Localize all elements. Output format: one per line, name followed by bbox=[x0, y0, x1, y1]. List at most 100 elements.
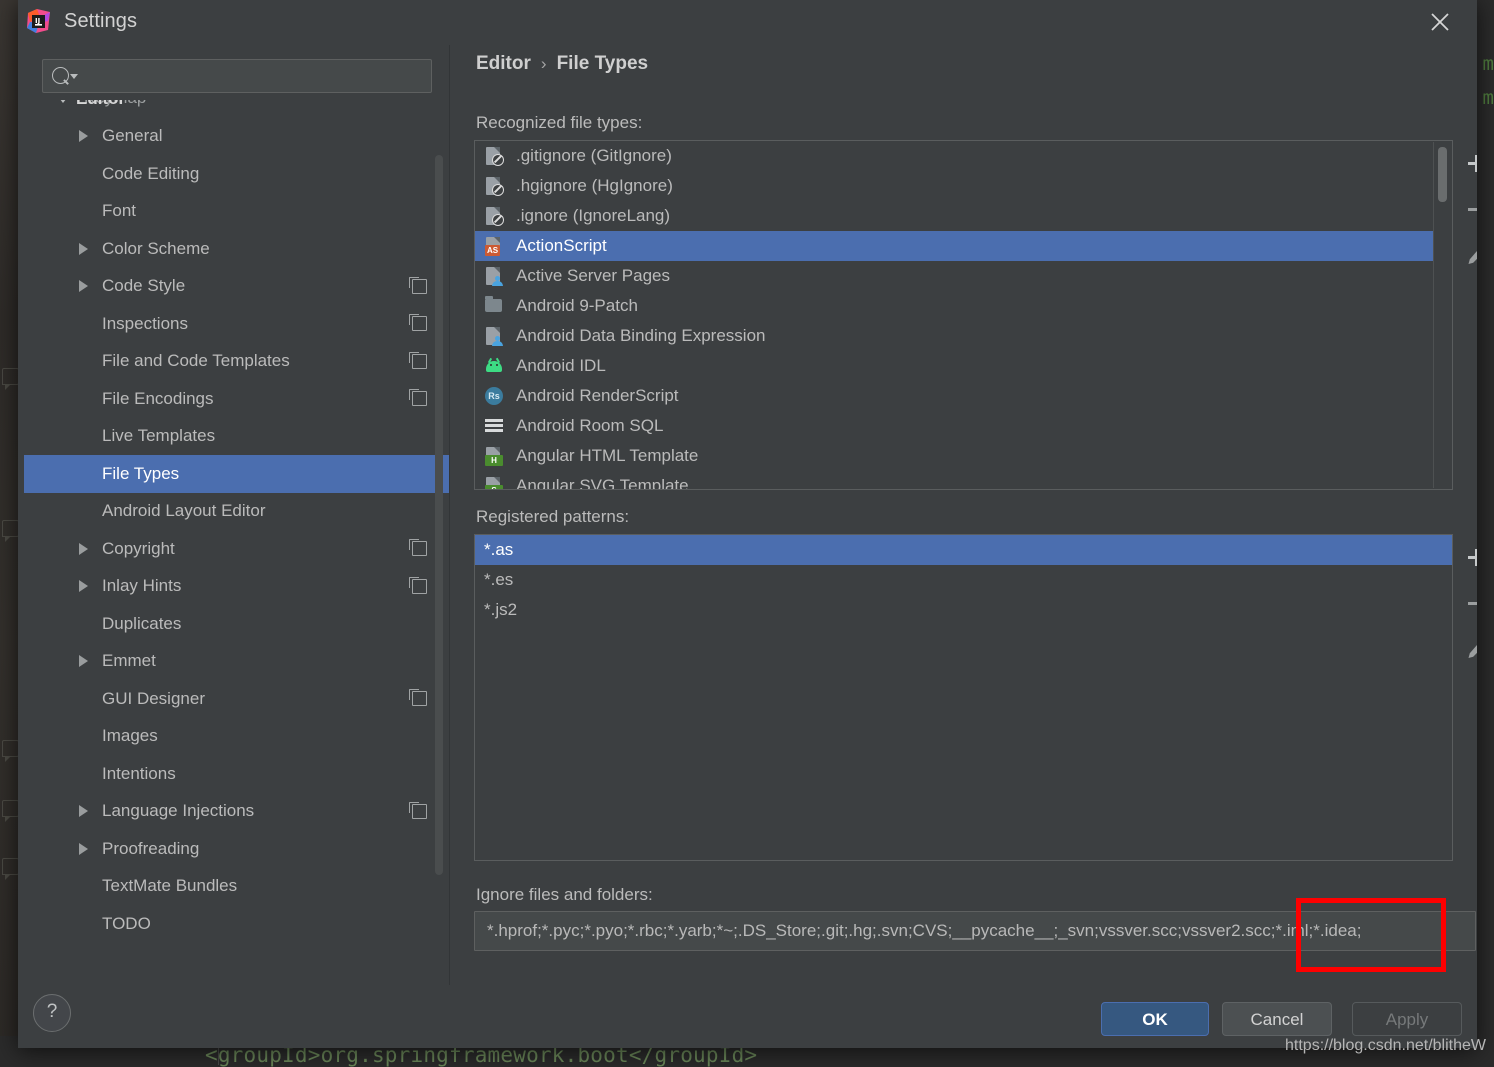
sidebar-item-file-encodings[interactable]: File Encodings bbox=[24, 380, 449, 418]
file-type-row[interactable]: Android Room SQL bbox=[475, 411, 1433, 441]
dialog-title-bar: IJ Settings bbox=[18, 0, 1477, 45]
sidebar-item-color-scheme[interactable]: Color Scheme bbox=[24, 230, 449, 268]
file-type-row[interactable]: Active Server Pages bbox=[475, 261, 1433, 291]
sidebar-item-label: Images bbox=[102, 726, 158, 746]
sidebar-item-label: General bbox=[102, 126, 163, 146]
ignore-files-field-wrapper[interactable] bbox=[474, 911, 1476, 951]
chevron-right-icon[interactable] bbox=[79, 580, 88, 593]
copy-settings-icon[interactable] bbox=[409, 576, 427, 594]
breadcrumb-current: File Types bbox=[556, 53, 649, 74]
registered-patterns-list[interactable]: *.as *.es *.js2 bbox=[474, 534, 1453, 861]
sidebar-item-code-editing[interactable]: Code Editing bbox=[24, 155, 449, 193]
file-type-row[interactable]: Android IDL bbox=[475, 351, 1433, 381]
ignore-file-icon bbox=[484, 206, 504, 226]
sidebar-item-live-templates[interactable]: Live Templates bbox=[24, 418, 449, 456]
search-dropdown-icon[interactable] bbox=[70, 74, 78, 79]
sidebar-scrollbar[interactable] bbox=[435, 155, 443, 875]
copy-settings-icon[interactable] bbox=[409, 689, 427, 707]
chevron-right-icon[interactable] bbox=[79, 655, 88, 668]
copy-settings-icon[interactable] bbox=[409, 276, 427, 294]
breadcrumb-parent[interactable]: Editor bbox=[476, 53, 531, 75]
html-file-icon: H bbox=[484, 446, 504, 466]
file-types-scrollbar-thumb[interactable] bbox=[1438, 147, 1447, 202]
sidebar-item-font[interactable]: Font bbox=[24, 193, 449, 231]
file-type-row[interactable]: .ignore (IgnoreLang) bbox=[475, 201, 1433, 231]
sidebar-item-gui-designer[interactable]: GUI Designer bbox=[24, 680, 449, 718]
pattern-row[interactable]: *.es bbox=[475, 565, 1452, 595]
sidebar-item-file-types[interactable]: File Types bbox=[24, 455, 449, 493]
sidebar-item-emmet[interactable]: Emmet bbox=[24, 643, 449, 681]
chevron-right-icon[interactable] bbox=[79, 842, 88, 855]
pattern-row[interactable]: *.js2 bbox=[475, 595, 1452, 625]
sidebar-item-inlay-hints[interactable]: Inlay Hints bbox=[24, 568, 449, 606]
ignore-files-label: Ignore files and folders: bbox=[476, 885, 653, 904]
copy-settings-icon[interactable] bbox=[409, 314, 427, 332]
breadcrumb: Editor › File Types bbox=[476, 53, 648, 75]
file-type-row[interactable]: AS ActionScript bbox=[475, 231, 1442, 261]
recognized-file-types-list[interactable]: .gitignore (GitIgnore) .hgignore (HgIgnor… bbox=[474, 140, 1453, 490]
sidebar-item-proofreading[interactable]: Proofreading bbox=[24, 830, 449, 868]
file-type-row[interactable]: .gitignore (GitIgnore) bbox=[475, 141, 1433, 171]
copy-settings-icon[interactable] bbox=[409, 801, 427, 819]
search-input[interactable] bbox=[81, 60, 425, 94]
gutter-bean-icon bbox=[2, 740, 19, 762]
file-type-row[interactable]: S Angular SVG Template bbox=[475, 471, 1433, 490]
chevron-right-icon[interactable] bbox=[79, 130, 88, 143]
edit-pattern-button[interactable] bbox=[1453, 626, 1477, 672]
file-type-row[interactable]: Rs Android RenderScript bbox=[475, 381, 1433, 411]
dialog-footer: ? OK Cancel Apply bbox=[18, 985, 1477, 1048]
ignore-files-input[interactable] bbox=[485, 912, 1475, 950]
remove-file-type-button bbox=[1453, 186, 1477, 232]
edit-file-type-button[interactable] bbox=[1453, 232, 1477, 278]
file-type-label: .hgignore (HgIgnore) bbox=[516, 176, 673, 195]
sidebar-item-textmate-bundles[interactable]: TextMate Bundles bbox=[24, 868, 449, 906]
add-pattern-button[interactable] bbox=[1453, 534, 1477, 580]
sidebar-item-label: Inlay Hints bbox=[102, 576, 182, 596]
search-icon bbox=[52, 67, 69, 84]
chevron-right-icon[interactable] bbox=[79, 542, 88, 555]
sidebar-item-file-and-code-templates[interactable]: File and Code Templates bbox=[24, 343, 449, 381]
asp-file-icon bbox=[484, 326, 504, 346]
pencil-icon bbox=[1468, 250, 1477, 264]
add-file-type-button[interactable] bbox=[1453, 140, 1477, 186]
background-code-fragment: m bbox=[1482, 53, 1494, 75]
copy-settings-icon[interactable] bbox=[409, 539, 427, 557]
file-type-row[interactable]: H Angular HTML Template bbox=[475, 441, 1433, 471]
sidebar-item-general[interactable]: General bbox=[24, 118, 449, 156]
copy-settings-icon[interactable] bbox=[409, 389, 427, 407]
sidebar-item-duplicates[interactable]: Duplicates bbox=[24, 605, 449, 643]
sidebar-item-inspections[interactable]: Inspections bbox=[24, 305, 449, 343]
chevron-right-icon[interactable] bbox=[79, 805, 88, 818]
sidebar-item-images[interactable]: Images bbox=[24, 718, 449, 756]
close-icon[interactable] bbox=[1417, 0, 1463, 45]
sidebar-item-copyright[interactable]: Copyright bbox=[24, 530, 449, 568]
file-type-row[interactable]: .hgignore (HgIgnore) bbox=[475, 171, 1433, 201]
cancel-button[interactable]: Cancel bbox=[1222, 1002, 1332, 1036]
sidebar-item-language-injections[interactable]: Language Injections bbox=[24, 793, 449, 831]
sidebar-item-label: File and Code Templates bbox=[102, 351, 290, 371]
copy-settings-icon[interactable] bbox=[409, 351, 427, 369]
file-type-label: .ignore (IgnoreLang) bbox=[516, 206, 671, 225]
search-input-wrapper[interactable] bbox=[42, 59, 432, 94]
file-type-label: Angular SVG Template bbox=[516, 476, 689, 490]
sidebar-item-todo[interactable]: TODO bbox=[24, 905, 449, 943]
pattern-row[interactable]: *.as bbox=[475, 535, 1452, 565]
sidebar-item-android-layout-editor[interactable]: Android Layout Editor bbox=[24, 493, 449, 531]
dialog-title: Settings bbox=[64, 10, 138, 32]
android-robot-icon bbox=[484, 356, 504, 376]
sidebar-item-editor[interactable]: Editor bbox=[24, 100, 449, 118]
chevron-right-icon[interactable] bbox=[79, 242, 88, 255]
ignore-file-icon bbox=[484, 146, 504, 166]
chevron-right-icon[interactable] bbox=[79, 280, 88, 293]
remove-pattern-button bbox=[1453, 580, 1477, 626]
file-type-label: Android 9-Patch bbox=[516, 296, 638, 315]
file-types-scrollbar-track[interactable] bbox=[1433, 142, 1451, 488]
ok-button[interactable]: OK bbox=[1101, 1002, 1209, 1036]
sidebar-item-code-style[interactable]: Code Style bbox=[24, 268, 449, 306]
help-button[interactable]: ? bbox=[33, 994, 71, 1032]
sidebar-item-intentions[interactable]: Intentions bbox=[24, 755, 449, 793]
file-type-row[interactable]: Android 9-Patch bbox=[475, 291, 1433, 321]
chevron-down-icon[interactable] bbox=[56, 100, 70, 104]
file-type-row[interactable]: Android Data Binding Expression bbox=[475, 321, 1433, 351]
sidebar-item-label: Live Templates bbox=[102, 426, 216, 446]
